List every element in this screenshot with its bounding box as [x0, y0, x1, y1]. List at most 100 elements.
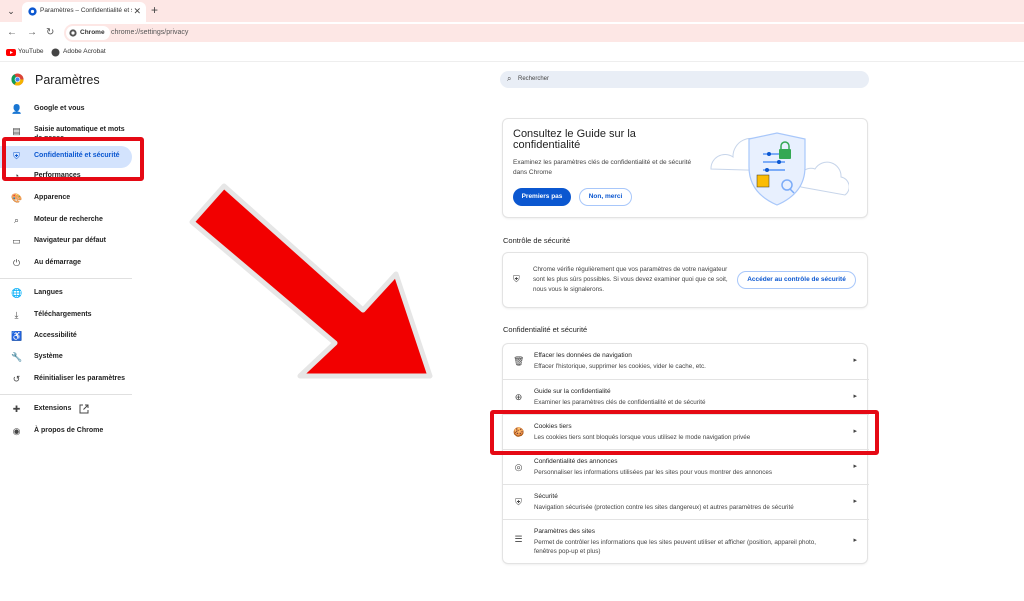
list-item-site-settings[interactable]: ☰ Paramètres des sites Permet de contrôl… [503, 519, 869, 563]
sidebar-item-label: Réinitialiser les paramètres [34, 375, 126, 382]
new-tab-button[interactable]: + [151, 3, 158, 17]
tab-search-button[interactable]: ⌄ [4, 4, 18, 18]
bookmark-adobe-acrobat[interactable]: Adobe Acrobat [63, 48, 106, 55]
tab-strip: ⌄ Paramètres – Confidentialité et sécuri… [0, 0, 1024, 22]
sidebar-item-extensions[interactable]: ✚ Extensions [0, 399, 132, 421]
page-title: Paramètres [35, 73, 100, 87]
privacy-section-title: Confidentialité et sécurité [503, 325, 588, 334]
sliders-icon: ☰ [514, 534, 523, 544]
sidebar-item-label: Saisie automatique et mots de passe [34, 126, 125, 137]
address-bar[interactable] [64, 24, 1024, 42]
palette-icon: 🎨 [11, 193, 23, 203]
sidebar-item-default-browser[interactable]: ▭ Navigateur par défaut [0, 231, 132, 253]
list-item-description: Navigation sécurisée (protection contre … [534, 504, 794, 511]
sidebar-item-label: Accessibilité [34, 332, 77, 339]
promo-description: Examinez les paramètres clés de confiden… [513, 159, 692, 176]
list-item-description: Permet de contrôler les informations que… [534, 539, 816, 555]
compass-icon: ⊕ [514, 392, 523, 402]
chrome-logo-icon [11, 73, 24, 86]
sidebar-item-downloads[interactable]: ⤓ Téléchargements [0, 305, 132, 327]
trash-icon: 🗑 [513, 356, 525, 366]
sidebar-item-label: Extensions [34, 405, 72, 412]
chevron-right-icon: ▸ [853, 498, 857, 505]
list-item-title: Confidentialité des annonces [534, 458, 618, 465]
sidebar-item-languages[interactable]: 🌐 Langues [0, 283, 132, 305]
settings-gear-icon [28, 7, 37, 16]
accessibility-icon: ♿ [11, 331, 23, 341]
browser-icon: ▭ [12, 236, 21, 246]
sidebar-item-label: Google et vous [34, 105, 85, 112]
divider [0, 394, 132, 395]
settings-search[interactable]: ⌕ Rechercher [500, 71, 869, 88]
bookmark-youtube[interactable]: YouTube [18, 48, 44, 55]
get-started-button[interactable]: Premiers pas [513, 188, 571, 206]
safety-check-text: Chrome vérifie régulièrement que vos par… [533, 266, 728, 293]
list-item-title: Paramètres des sites [534, 528, 596, 535]
site-chip[interactable]: Chrome [66, 26, 110, 40]
download-icon: ⤓ [14, 310, 19, 320]
sidebar-item-search-engine[interactable]: ⌕ Moteur de recherche [0, 210, 132, 232]
external-link-icon [79, 404, 89, 414]
sidebar-item-label: Au démarrage [34, 259, 82, 266]
globe-icon: 🌐 [11, 288, 23, 298]
search-icon: ⌕ [507, 74, 512, 83]
chrome-icon: ◉ [12, 426, 21, 436]
sidebar-item-autofill[interactable]: ▤ Saisie automatique et mots de passe [0, 121, 132, 137]
shield-icon: ⛨ [515, 497, 522, 507]
url-text[interactable]: chrome://settings/privacy [111, 29, 188, 36]
adobe-acrobat-icon [51, 48, 60, 57]
bookmarks-bar [0, 44, 1024, 62]
safety-check-section-title: Contrôle de sécurité [503, 236, 571, 245]
search-placeholder: Rechercher [518, 76, 550, 82]
forward-icon[interactable]: → [27, 27, 37, 38]
back-icon[interactable]: ← [7, 27, 17, 38]
chevron-right-icon: ▸ [853, 463, 857, 470]
sidebar-item-about-chrome[interactable]: ◉ À propos de Chrome [0, 421, 132, 443]
sidebar-item-label: Apparence [34, 194, 71, 201]
chevron-right-icon: ▸ [853, 357, 857, 364]
sidebar-item-label: Moteur de recherche [34, 216, 103, 223]
highlight-box-sidebar [2, 137, 144, 181]
close-tab-icon[interactable]: ✕ [133, 6, 141, 17]
tab-settings[interactable]: Paramètres – Confidentialité et sécurité… [22, 2, 146, 22]
person-icon: 👤 [11, 104, 23, 114]
red-arrow-icon [189, 183, 433, 379]
list-item-title: Effacer les données de navigation [534, 352, 632, 359]
list-item-privacy-guide[interactable]: ⊕ Guide sur la confidentialité Examiner … [503, 379, 869, 414]
no-thanks-button[interactable]: Non, merci [579, 188, 632, 206]
sidebar-item-label: Téléchargements [34, 311, 92, 318]
sidebar-item-appearance[interactable]: 🎨 Apparence [0, 188, 132, 210]
chevron-right-icon: ▸ [853, 537, 857, 544]
privacy-guide-promo-card: Consultez le Guide sur la confidentialit… [503, 119, 867, 217]
chevron-right-icon: ▸ [853, 393, 857, 400]
sidebar-item-label: À propos de Chrome [34, 427, 104, 434]
reload-icon[interactable]: ↻ [46, 27, 54, 38]
clipboard-icon: ▤ [12, 126, 21, 136]
promo-title: Consultez le Guide sur la confidentialit… [513, 128, 636, 151]
sidebar-item-google[interactable]: 👤 Google et vous [0, 99, 132, 121]
power-icon: ⏻ [12, 258, 21, 268]
privacy-guide-illustration-icon [710, 132, 849, 206]
list-item-title: Guide sur la confidentialité [534, 388, 611, 395]
sidebar-item-label: Navigateur par défaut [34, 237, 106, 244]
highlight-box-cookies [490, 410, 879, 455]
sidebar-item-on-startup[interactable]: ⏻ Au démarrage [0, 253, 132, 275]
go-to-safety-check-button[interactable]: Accéder au contrôle de sécurité [737, 271, 856, 289]
search-icon: ⌕ [13, 215, 20, 225]
list-item-title: Sécurité [534, 493, 558, 500]
sidebar-item-reset[interactable]: ↺ Réinitialiser les paramètres [0, 369, 132, 391]
shield-check-icon: ⛨ [513, 274, 520, 284]
sidebar-item-accessibility[interactable]: ♿ Accessibilité [0, 326, 132, 348]
site-chip-label: Chrome [80, 29, 105, 36]
list-item-description: Examiner les paramètres clés de confiden… [534, 399, 706, 406]
list-item-clear-browsing-data[interactable]: 🗑 Effacer les données de navigation Effa… [503, 344, 869, 379]
sidebar-item-label: Système [34, 353, 63, 360]
youtube-icon [6, 49, 16, 56]
sidebar-item-label: Langues [34, 289, 63, 296]
ad-privacy-icon: ◎ [514, 462, 523, 472]
list-item-security[interactable]: ⛨ Sécurité Navigation sécurisée (protect… [503, 484, 869, 519]
wrench-icon: 🔧 [11, 352, 23, 362]
list-item-description: Personnaliser les informations utilisées… [534, 469, 772, 476]
chrome-icon [69, 29, 77, 37]
sidebar-item-system[interactable]: 🔧 Système [0, 347, 132, 369]
